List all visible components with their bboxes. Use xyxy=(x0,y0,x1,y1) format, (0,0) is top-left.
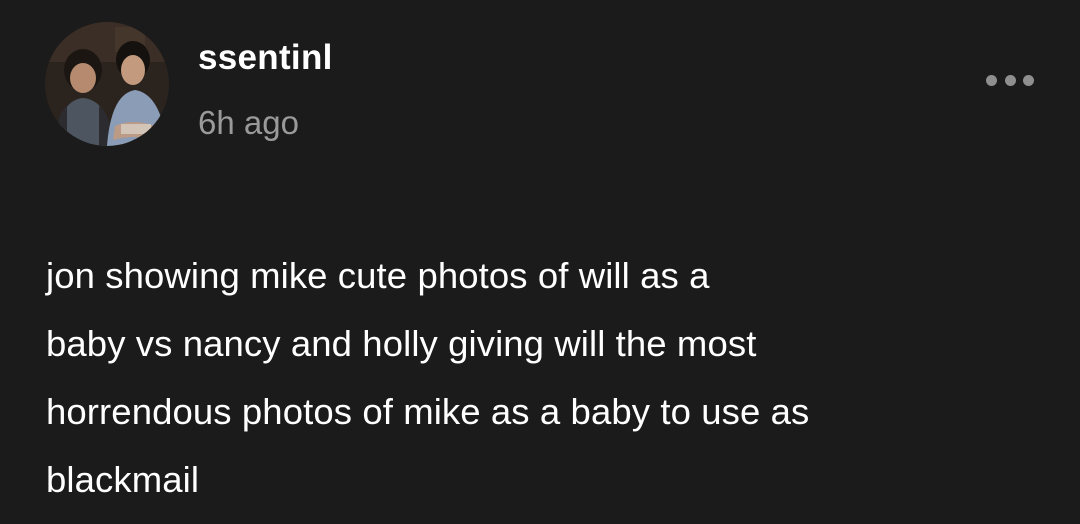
more-dots-icon xyxy=(986,74,997,86)
more-dots-icon xyxy=(1023,74,1034,86)
more-dots-icon xyxy=(1004,74,1016,86)
post-text-line: horrendous photos of mike as a baby to u… xyxy=(46,391,810,432)
post-text-line: jon showing mike cute photos of will as … xyxy=(46,255,710,296)
more-options-button[interactable] xyxy=(982,64,1038,96)
post-text-line: baby vs nancy and holly giving will the … xyxy=(46,323,757,364)
post-text: jon showing mike cute photos of will as … xyxy=(46,242,1046,514)
post-card: ssentinl 6h ago jon showing mike cute ph… xyxy=(0,0,1080,524)
post-header: ssentinl 6h ago xyxy=(0,0,1080,180)
post-text-line: blackmail xyxy=(46,459,200,500)
author-avatar[interactable] xyxy=(45,22,169,146)
avatar-photo xyxy=(45,22,169,146)
post-timestamp: 6h ago xyxy=(198,104,299,141)
author-username[interactable]: ssentinl xyxy=(198,38,333,78)
